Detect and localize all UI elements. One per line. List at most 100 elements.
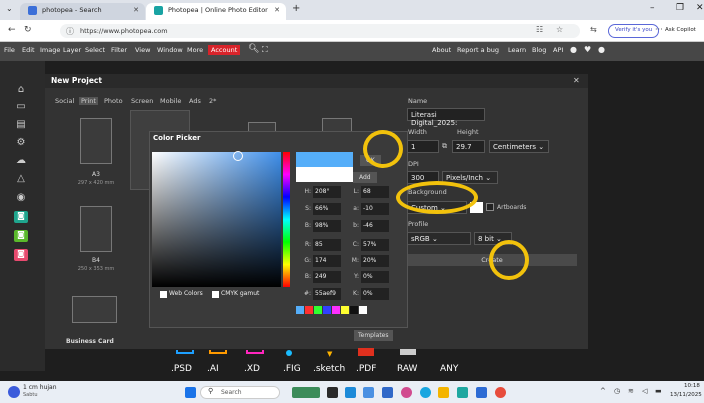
warning-icon[interactable]: △ bbox=[14, 173, 28, 185]
a-field[interactable]: -10 bbox=[361, 203, 389, 215]
menu-layer[interactable]: Layer bbox=[63, 46, 81, 54]
search-icon[interactable]: 🔍︎ bbox=[248, 44, 259, 54]
saturation-value-field[interactable] bbox=[152, 152, 281, 287]
monitor-icon[interactable]: ▭ bbox=[14, 101, 28, 113]
c-field[interactable]: 57% bbox=[361, 239, 389, 251]
new-tab-button[interactable]: + bbox=[292, 3, 300, 14]
fullscreen-icon[interactable]: ⛶ bbox=[262, 45, 268, 55]
favorite-icon[interactable]: ☆ bbox=[556, 25, 563, 34]
menu-view[interactable]: View bbox=[135, 46, 150, 54]
hex-field[interactable]: 55aef9 bbox=[313, 288, 341, 300]
app-icon-1[interactable]: ◙ bbox=[14, 211, 28, 223]
menu-edit[interactable]: Edit bbox=[22, 46, 35, 54]
hue-slider[interactable] bbox=[283, 152, 290, 287]
units-select[interactable]: Centimeters ⌄ bbox=[489, 140, 549, 153]
close-dialog-icon[interactable]: ✕ bbox=[573, 76, 580, 85]
preset-a3-thumb[interactable] bbox=[80, 118, 112, 164]
preset-business-card-thumb[interactable] bbox=[72, 296, 117, 323]
tab-screen[interactable]: Screen bbox=[131, 97, 153, 105]
store-icon[interactable] bbox=[363, 387, 374, 398]
volume-icon[interactable]: ◁ bbox=[642, 387, 647, 395]
menu-file[interactable]: File bbox=[4, 46, 15, 54]
tab-social[interactable]: Social bbox=[55, 97, 74, 105]
file-explorer-icon[interactable] bbox=[438, 387, 449, 398]
r-field[interactable]: 85 bbox=[313, 239, 341, 251]
menu-learn[interactable]: Learn bbox=[508, 46, 526, 54]
tab-search[interactable]: photopea - Search ✕ bbox=[20, 3, 145, 20]
share-icon[interactable]: ⚙ bbox=[14, 137, 28, 149]
menu-about[interactable]: About bbox=[432, 46, 451, 54]
menu-api[interactable]: API bbox=[553, 46, 563, 54]
add-swatch-button[interactable]: Add bbox=[353, 172, 377, 183]
l-field[interactable]: 68 bbox=[361, 186, 389, 198]
templates-button[interactable]: Templates bbox=[354, 330, 393, 341]
app-icon-3[interactable]: ◙ bbox=[14, 249, 28, 261]
copilot-button[interactable]: Ask Copilot bbox=[665, 27, 696, 33]
swatch-deep-blue[interactable] bbox=[323, 306, 331, 314]
battery-icon[interactable]: ▬ bbox=[655, 387, 662, 395]
back-icon[interactable]: ← bbox=[8, 25, 16, 35]
h-field[interactable]: 208° bbox=[313, 186, 341, 198]
clock-date[interactable]: 13/11/2025 bbox=[670, 392, 702, 398]
cmyk-gamut-checkbox[interactable] bbox=[212, 291, 219, 298]
menu-more[interactable]: More bbox=[187, 46, 203, 54]
color-cursor[interactable] bbox=[233, 151, 243, 161]
network-icon[interactable]: ◷ bbox=[614, 387, 620, 395]
start-icon[interactable] bbox=[185, 387, 196, 398]
minimize-icon[interactable]: – bbox=[650, 3, 655, 13]
menu-blog[interactable]: Blog bbox=[532, 46, 546, 54]
reload-icon[interactable]: ↻ bbox=[24, 25, 32, 35]
k-field[interactable]: 0% bbox=[361, 288, 389, 300]
more-icon[interactable]: ··· bbox=[655, 25, 663, 34]
swatch-blue[interactable] bbox=[296, 306, 304, 314]
tray-chevron-icon[interactable]: ^ bbox=[600, 387, 606, 395]
menu-filter[interactable]: Filter bbox=[111, 46, 127, 54]
menu-account[interactable]: Account bbox=[208, 45, 241, 55]
artboards-checkbox[interactable] bbox=[486, 203, 494, 211]
menu-select[interactable]: Select bbox=[85, 46, 105, 54]
web-colors-checkbox[interactable] bbox=[160, 291, 167, 298]
width-field[interactable]: 1 bbox=[407, 140, 439, 153]
swatch-white[interactable] bbox=[359, 306, 367, 314]
url-field[interactable]: https://www.photopea.com bbox=[60, 24, 580, 38]
app-icon[interactable] bbox=[382, 387, 393, 398]
app-icon[interactable] bbox=[457, 387, 468, 398]
menu-window[interactable]: Window bbox=[157, 46, 183, 54]
site-info-icon[interactable]: ⓘ bbox=[66, 26, 74, 37]
swatch-magenta[interactable] bbox=[332, 306, 340, 314]
home-icon[interactable]: ⌂ bbox=[14, 84, 28, 96]
m-field[interactable]: 20% bbox=[361, 255, 389, 267]
tab-menu-icon[interactable]: ⌄ bbox=[6, 4, 13, 13]
facebook-icon[interactable]: ● bbox=[598, 45, 605, 54]
menu-report-bug[interactable]: Report a bug bbox=[457, 46, 499, 54]
weather-icon[interactable] bbox=[8, 386, 20, 398]
task-view-icon[interactable] bbox=[327, 387, 338, 398]
chrome-icon[interactable] bbox=[495, 387, 506, 398]
close-icon[interactable]: ✕ bbox=[133, 6, 139, 14]
lab-b-field[interactable]: -46 bbox=[361, 220, 389, 232]
y-field[interactable]: 0% bbox=[361, 271, 389, 283]
b-field[interactable]: 98% bbox=[313, 220, 341, 232]
app-icon[interactable] bbox=[401, 387, 412, 398]
tab-more[interactable]: 2* bbox=[209, 97, 216, 105]
eye-icon[interactable]: ◉ bbox=[14, 192, 28, 204]
widget-icon[interactable] bbox=[292, 387, 320, 398]
height-field[interactable]: 29.7 bbox=[452, 140, 485, 153]
tab-photo[interactable]: Photo bbox=[104, 97, 123, 105]
print-icon[interactable]: ▤ bbox=[14, 119, 28, 131]
s-field[interactable]: 66% bbox=[313, 203, 341, 215]
edge-browser-icon[interactable] bbox=[420, 387, 431, 398]
app-icon[interactable] bbox=[476, 387, 487, 398]
twitter-icon[interactable]: ♥ bbox=[584, 45, 591, 54]
tab-mobile[interactable]: Mobile bbox=[160, 97, 181, 105]
app-icon-2[interactable]: ◙ bbox=[14, 230, 28, 242]
reddit-icon[interactable]: ● bbox=[570, 45, 577, 54]
tab-ads[interactable]: Ads bbox=[189, 97, 201, 105]
name-field[interactable]: Literasi Digital_2025: bbox=[407, 108, 485, 127]
restore-icon[interactable]: ❐ bbox=[676, 3, 684, 13]
wifi-icon[interactable]: ≋ bbox=[628, 387, 634, 395]
clock-time[interactable]: 10:18 bbox=[684, 383, 700, 389]
verify-button[interactable]: Verify it's you bbox=[608, 24, 660, 38]
edge-icon[interactable] bbox=[345, 387, 356, 398]
link-icon[interactable]: ⧉ bbox=[442, 142, 447, 151]
